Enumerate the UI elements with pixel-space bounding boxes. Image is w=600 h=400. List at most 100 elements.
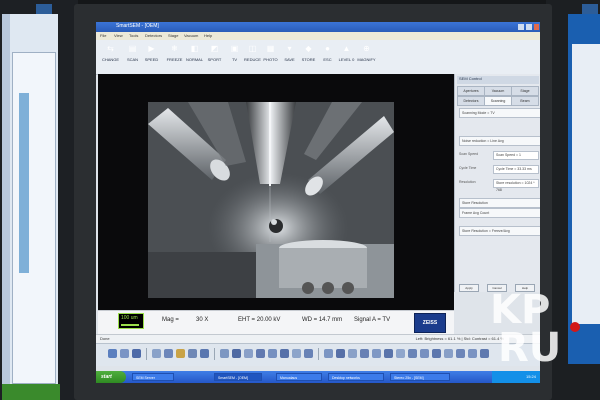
freeze-button[interactable]: ❄ FREEZE: [164, 43, 185, 71]
main-screen: SmartSEM - [OEM] File View Tools Detecto…: [96, 22, 540, 390]
tab-scanning[interactable]: Scanning: [484, 96, 512, 106]
change-icon: ⇆: [107, 44, 114, 53]
normal-button[interactable]: ◧ NORMAL: [184, 43, 205, 71]
tool-icon-25[interactable]: [420, 349, 429, 358]
tool-icon-10[interactable]: [232, 349, 241, 358]
window-title: SmartSEM - [OEM]: [116, 23, 159, 29]
magnify-button[interactable]: ⊕ MAGNIFY: [356, 43, 377, 71]
right-monitor-window: [572, 44, 600, 324]
tool-icon-27[interactable]: [444, 349, 453, 358]
store-button[interactable]: ◆ STORE: [298, 43, 319, 71]
tool-icon-1[interactable]: [108, 349, 117, 358]
taskbar-item-smartsem[interactable]: SmartSEM - [OEM]: [214, 373, 262, 381]
start-button[interactable]: start: [96, 371, 126, 383]
panel-tabs-row2: Detectors Scanning Beam: [457, 96, 539, 106]
photo-button[interactable]: ▦ PHOTO: [260, 43, 281, 71]
taskbar-item-sem-server[interactable]: SEM Server: [132, 373, 174, 381]
store-mode-row[interactable]: Store Resolution = Freeze/Avg: [459, 226, 540, 236]
toolbar-separator: [214, 348, 215, 360]
tool-icon-29[interactable]: [468, 349, 477, 358]
apply-button[interactable]: Apply: [459, 284, 479, 292]
chamber-camera-image[interactable]: [148, 102, 394, 298]
tool-icon-12[interactable]: [256, 349, 265, 358]
tool-icon-21[interactable]: [372, 349, 381, 358]
frame-avg-row[interactable]: Frame Avg Count: [459, 208, 540, 218]
monitor-chin: [96, 383, 540, 390]
menu-help[interactable]: Help: [204, 33, 212, 38]
speed-button[interactable]: ▶ SPEED: [141, 43, 162, 71]
tool-icon-11[interactable]: [244, 349, 253, 358]
tool-icon-15[interactable]: [292, 349, 301, 358]
left-monitor: [0, 0, 78, 400]
scan-button[interactable]: ▤ SCAN: [122, 43, 143, 71]
menu-vacuum[interactable]: Vacuum: [184, 33, 198, 38]
tab-beam[interactable]: Beam: [511, 96, 539, 106]
scale-bar-label: 100 um: [121, 315, 138, 321]
image-data-bar: 100 um Mag = 30 X EHT = 20.00 kV WD = 14…: [98, 310, 454, 335]
stage-screw-1: [302, 282, 314, 294]
noise-reduction-select[interactable]: Noise reduction = Line Avg: [459, 136, 540, 146]
resolution-label: Resolution: [459, 180, 476, 184]
reduce-icon: ◫: [248, 44, 257, 53]
save-button[interactable]: ▾ SAVE: [279, 43, 300, 71]
close-button[interactable]: [534, 24, 539, 30]
cycle-time-field[interactable]: Cycle Time = 33.33 ms: [493, 165, 539, 174]
tool-icon-24[interactable]: [408, 349, 417, 358]
menu-detectors[interactable]: Detectors: [145, 33, 162, 38]
tool-icon-28[interactable]: [456, 349, 465, 358]
tool-icon-30[interactable]: [480, 349, 489, 358]
menu-file[interactable]: File: [100, 33, 106, 38]
menu-view[interactable]: View: [114, 33, 123, 38]
change-button[interactable]: ⇆ CHANGE: [100, 43, 121, 71]
tool-icon-7[interactable]: [188, 349, 197, 358]
scanning-mode-select[interactable]: Scanning Mode = TV: [459, 108, 540, 118]
tool-icon-17[interactable]: [324, 349, 333, 358]
zeiss-logo: ZEISS: [414, 313, 446, 333]
tool-icon-9[interactable]: [220, 349, 229, 358]
tool-icon-22[interactable]: [384, 349, 393, 358]
freeze-icon: ❄: [171, 44, 178, 53]
tool-icon-14[interactable]: [280, 349, 289, 358]
scan-speed-field[interactable]: Scan Speed = 1: [493, 151, 539, 160]
title-bar: SmartSEM - [OEM]: [96, 22, 540, 32]
tool-icon-19[interactable]: [348, 349, 357, 358]
tab-detectors[interactable]: Detectors: [457, 96, 485, 106]
tool-icon-13[interactable]: [268, 349, 277, 358]
tool-icon-8[interactable]: [200, 349, 209, 358]
tool-icon-6[interactable]: [176, 349, 185, 358]
tab-stage[interactable]: Stage: [511, 86, 539, 96]
tool-icon-26[interactable]: [432, 349, 441, 358]
esc-icon: ●: [325, 44, 330, 53]
tool-icon-3[interactable]: [132, 349, 141, 358]
maximize-button[interactable]: [526, 24, 532, 30]
tab-apertures[interactable]: Apertures: [457, 86, 485, 96]
level-button[interactable]: ▲ LEVEL 0: [336, 43, 357, 71]
store-resolution-row[interactable]: Store Resolution: [459, 198, 540, 208]
tv-icon: ▣: [230, 44, 239, 53]
photo-icon: ▦: [266, 44, 275, 53]
tool-icon-20[interactable]: [360, 349, 369, 358]
taskbar-item-stereo[interactable]: Stereo 25x - [SEM]: [390, 373, 450, 381]
bottom-toolbar: [96, 343, 540, 366]
sport-button[interactable]: ◩ SPORT: [204, 43, 225, 71]
taskbar-item-desktop-networks[interactable]: Desktop networks: [328, 373, 384, 381]
sample-highlight: [271, 219, 277, 225]
toolbar-separator: [146, 348, 147, 360]
menu-stage[interactable]: Stage: [168, 33, 178, 38]
tool-icon-16[interactable]: [304, 349, 313, 358]
tool-icon-5[interactable]: [164, 349, 173, 358]
panel-tabs: Apertures Vacuum Stage: [457, 86, 539, 96]
menu-bar: File View Tools Detectors Stage Vacuum H…: [96, 32, 540, 40]
minimize-button[interactable]: [518, 24, 524, 30]
tab-vacuum[interactable]: Vacuum: [484, 86, 512, 96]
esc-button[interactable]: ● ESC: [317, 43, 338, 71]
menu-tools[interactable]: Tools: [129, 33, 138, 38]
taskbar-item-manualaus[interactable]: Manualaus: [276, 373, 322, 381]
tool-icon-2[interactable]: [120, 349, 129, 358]
tool-icon-18[interactable]: [336, 349, 345, 358]
resolution-field[interactable]: Store resolution = 1024 * 768: [493, 179, 539, 192]
mag-label: Mag =: [162, 317, 179, 323]
image-viewport[interactable]: [98, 74, 454, 334]
tool-icon-4[interactable]: [152, 349, 161, 358]
tool-icon-23[interactable]: [396, 349, 405, 358]
